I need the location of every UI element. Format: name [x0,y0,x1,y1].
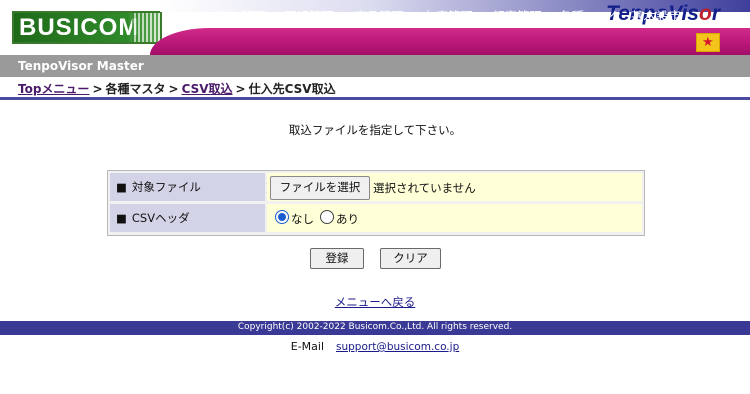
app-header: BUSICOM TenpoVisor 売上管理 明細管理 商品管理 在庫管理 顧… [0,0,750,56]
main-nav [150,28,750,55]
radio-header-exists-label[interactable]: あり [336,211,359,227]
radio-header-none[interactable] [275,210,289,224]
register-button[interactable]: 登録 [310,248,364,269]
bullet-square-icon: ■ [116,211,127,225]
logo-text: BUSICOM [19,14,140,41]
nav-products[interactable]: 商品管理 [354,6,404,25]
choose-file-button[interactable]: ファイルを選択 [270,176,370,200]
contact-line: E-Mail support@busicom.co.jp [0,340,750,353]
breadcrumb-top-menu[interactable]: Topメニュー [18,82,89,96]
breadcrumb-separator: > [92,82,103,96]
footer-bar: Copyright(c) 2002-2022 Busicom.Co.,Ltd. … [0,321,750,335]
csv-header-row: ■ CSVヘッダ なし あり [110,204,642,232]
radio-header-none-label[interactable]: なし [291,211,314,227]
breadcrumb-separator: > [235,82,246,96]
copyright-text: Copyright(c) 2002-2022 Busicom.Co.,Ltd. … [237,322,513,332]
logo-pattern [132,13,160,42]
breadcrumb-csv-import[interactable]: CSV取込 [182,82,233,96]
nav-sales[interactable]: 売上管理 [216,6,266,25]
radio-header-exists[interactable] [320,210,334,224]
nav-inventory[interactable]: 在庫管理 [423,6,473,25]
nav-masters[interactable]: 各種マスタ [559,6,622,25]
email-label: E-Mail [290,340,325,353]
nav-customers[interactable]: 顧客管理 [492,6,542,25]
breadcrumb-divider [0,97,750,100]
nav-settings[interactable]: 基本設定 [631,6,681,25]
file-value-cell: ファイルを選択 選択されていません [267,173,642,201]
home-star-icon[interactable]: ★ [696,33,720,52]
clear-button[interactable]: クリア [380,248,441,269]
csv-header-value-cell: なし あり [267,204,642,232]
file-status-text: 選択されていません [373,181,476,195]
star-glyph: ★ [702,35,714,50]
file-row: ■ 対象ファイル ファイルを選択 選択されていません [110,173,642,201]
breadcrumb-current: 仕入先CSV取込 [248,82,336,96]
instruction-text: 取込ファイルを指定して下さい。 [288,123,462,137]
file-label-cell: ■ 対象ファイル [110,173,265,201]
brand-text-right: r [711,2,720,25]
support-email-link[interactable]: support@busicom.co.jp [336,341,459,353]
nav-details[interactable]: 明細管理 [284,6,334,25]
brand-text-accent: o [698,2,712,25]
file-label: 対象ファイル [131,180,201,194]
title-bar: TenpoVisor Master [0,55,750,77]
back-to-menu-link[interactable]: メニューへ戻る [335,295,416,309]
breadcrumb: Topメニュー > 各種マスタ > CSV取込 > 仕入先CSV取込 [18,80,336,97]
breadcrumb-masters: 各種マスタ [105,82,166,96]
back-to-menu: メニューへ戻る [0,294,750,310]
busicom-logo: BUSICOM [12,11,162,44]
csv-header-label-cell: ■ CSVヘッダ [110,204,265,232]
bullet-square-icon: ■ [116,180,127,194]
app-title: TenpoVisor Master [18,59,144,73]
breadcrumb-separator: > [168,82,179,96]
csv-header-label: CSVヘッダ [131,211,190,225]
import-form: ■ 対象ファイル ファイルを選択 選択されていません ■ CSVヘッダ なし あり [107,170,645,236]
